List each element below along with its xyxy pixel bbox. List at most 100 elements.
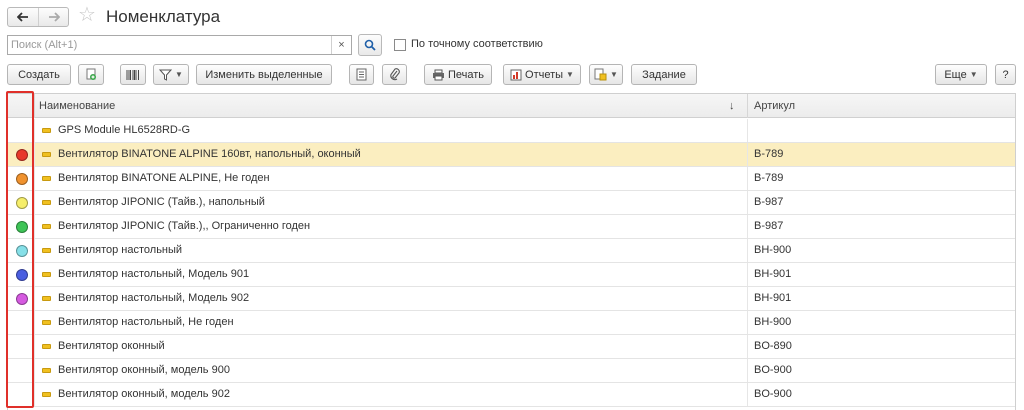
cell-name: Вентилятор JIPONIC (Тайв.),, Ограниченно… xyxy=(58,220,311,232)
help-button[interactable]: ? xyxy=(995,64,1016,85)
item-icon xyxy=(42,224,51,229)
edit-selected-label: Изменить выделенные xyxy=(205,68,323,81)
item-icon xyxy=(42,296,51,301)
status-color-dot xyxy=(16,197,28,209)
column-divider xyxy=(34,191,35,214)
column-divider xyxy=(34,287,35,310)
create-based-on-dropdown-button[interactable]: ▼ xyxy=(589,64,623,85)
column-divider xyxy=(34,167,35,190)
cell-name: Вентилятор BINATONE ALPINE 160вт, наполь… xyxy=(58,148,361,160)
table-row[interactable]: Вентилятор JIPONIC (Тайв.),, Ограниченно… xyxy=(8,215,1015,239)
barcode-button[interactable] xyxy=(120,64,146,85)
table-row[interactable]: Вентилятор оконный BO-890 xyxy=(8,335,1015,359)
item-icon xyxy=(42,176,51,181)
cell-name: Вентилятор оконный xyxy=(58,340,165,352)
document-list-icon xyxy=(356,68,367,81)
create-based-on-icon xyxy=(594,68,607,81)
printer-icon xyxy=(432,69,444,80)
reports-label: Отчеты xyxy=(525,68,564,81)
cell-article: B-789 xyxy=(754,148,784,160)
cell-name: GPS Module HL6528RD-G xyxy=(58,124,191,136)
cell-article: BH-901 xyxy=(754,268,792,280)
item-icon xyxy=(42,392,51,397)
cell-name: Вентилятор настольный, Модель 902 xyxy=(58,292,250,304)
column-divider xyxy=(747,191,748,214)
table-row[interactable]: GPS Module HL6528RD-G xyxy=(8,119,1015,143)
column-divider xyxy=(34,311,35,334)
cell-name: Вентилятор настольный xyxy=(58,244,183,256)
item-icon xyxy=(42,200,51,205)
item-icon xyxy=(42,248,51,253)
copy-document-icon xyxy=(86,68,96,80)
copy-button[interactable] xyxy=(78,64,104,85)
chevron-down-icon: ▼ xyxy=(969,70,978,79)
table-row[interactable]: Вентилятор настольный BH-900 xyxy=(8,239,1015,263)
search-input[interactable] xyxy=(8,36,328,54)
table-row[interactable]: Вентилятор настольный, Модель 901 BH-901 xyxy=(8,263,1015,287)
column-divider xyxy=(34,335,35,358)
column-header-name[interactable]: Наименование xyxy=(39,94,115,118)
column-divider xyxy=(747,359,748,382)
exact-match-checkbox[interactable] xyxy=(394,39,406,51)
chevron-down-icon: ▼ xyxy=(610,70,618,79)
item-icon xyxy=(42,368,51,373)
column-divider xyxy=(747,119,748,142)
list-view-button[interactable] xyxy=(349,64,374,85)
column-divider xyxy=(747,94,748,118)
status-color-dot xyxy=(16,269,28,281)
column-divider xyxy=(34,215,35,238)
item-icon xyxy=(42,272,51,277)
table-row[interactable]: Вентилятор BINATONE ALPINE, Не годен B-78… xyxy=(8,167,1015,191)
print-button[interactable]: Печать xyxy=(424,64,492,85)
item-icon xyxy=(42,128,51,133)
column-divider xyxy=(747,143,748,166)
attachments-button[interactable] xyxy=(382,64,407,85)
table-row[interactable]: Вентилятор настольный, Модель 902 BH-901 xyxy=(8,287,1015,311)
status-color-dot xyxy=(16,293,28,305)
column-divider xyxy=(747,287,748,310)
cell-name: Вентилятор настольный, Модель 901 xyxy=(58,268,250,280)
task-label: Задание xyxy=(642,68,686,81)
nomenclature-table: Наименование ↓ Артикул GPS Module HL6528… xyxy=(7,93,1016,410)
edit-selected-button[interactable]: Изменить выделенные xyxy=(196,64,332,85)
back-arrow-icon[interactable] xyxy=(8,8,38,26)
item-icon xyxy=(42,344,51,349)
search-button[interactable] xyxy=(358,34,382,56)
table-header: Наименование ↓ Артикул xyxy=(8,94,1015,118)
table-row[interactable]: Вентилятор JIPONIC (Тайв.), напольный B-9… xyxy=(8,191,1015,215)
clear-search-icon[interactable]: × xyxy=(331,36,351,54)
report-icon xyxy=(510,69,522,80)
create-button[interactable]: Создать xyxy=(7,64,71,85)
column-divider xyxy=(747,383,748,406)
table-row[interactable]: Вентилятор настольный, Не годен BH-900 xyxy=(8,311,1015,335)
search-field[interactable]: × xyxy=(7,35,352,55)
page-title: Номенклатура xyxy=(106,7,221,26)
status-color-dot xyxy=(16,149,28,161)
forward-arrow-icon[interactable] xyxy=(38,8,68,26)
column-divider xyxy=(34,263,35,286)
column-header-article[interactable]: Артикул xyxy=(754,94,795,118)
column-divider xyxy=(747,239,748,262)
favorite-star-icon[interactable]: ☆ xyxy=(78,4,96,26)
cell-article: BO-890 xyxy=(754,340,792,352)
sort-descending-icon[interactable]: ↓ xyxy=(729,94,735,118)
cell-article: BO-900 xyxy=(754,364,792,376)
column-divider xyxy=(34,383,35,406)
cell-name: Вентилятор BINATONE ALPINE, Не годен xyxy=(58,172,270,184)
more-dropdown-button[interactable]: Еще ▼ xyxy=(935,64,987,85)
table-row[interactable]: Вентилятор оконный, модель 900 BO-900 xyxy=(8,359,1015,383)
filter-dropdown-button[interactable]: ▼ xyxy=(153,64,189,85)
cell-article: BH-901 xyxy=(754,292,792,304)
reports-dropdown-button[interactable]: Отчеты ▼ xyxy=(503,64,581,85)
filter-icon xyxy=(159,69,173,81)
task-button[interactable]: Задание xyxy=(631,64,697,85)
search-icon xyxy=(364,39,376,51)
chevron-down-icon: ▼ xyxy=(175,70,183,79)
table-row[interactable]: Вентилятор BINATONE ALPINE 160вт, наполь… xyxy=(8,143,1015,167)
cell-article: BH-900 xyxy=(754,244,792,256)
table-row[interactable]: Вентилятор оконный, модель 902 BO-900 xyxy=(8,383,1015,407)
column-divider xyxy=(34,94,35,118)
navigation-buttons xyxy=(7,7,69,27)
column-divider xyxy=(34,239,35,262)
column-divider xyxy=(34,143,35,166)
